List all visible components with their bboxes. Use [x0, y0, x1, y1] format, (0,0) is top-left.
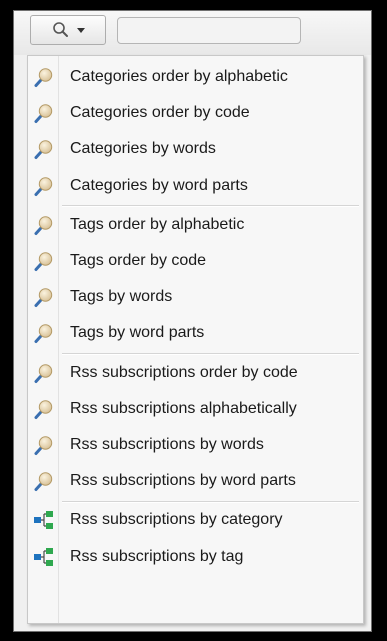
- magnifier-icon: [33, 286, 55, 308]
- magnifier-icon: [33, 66, 55, 88]
- tree-icon: [33, 546, 55, 568]
- tree-icon: [33, 509, 55, 531]
- caret-down-icon: [77, 27, 85, 33]
- menu-item-rss-subscriptions-by-category[interactable]: Rss subscriptions by category: [30, 502, 361, 537]
- menu-item-label: Rss subscriptions by words: [70, 436, 264, 453]
- menu-item-label: Rss subscriptions by tag: [70, 547, 244, 565]
- menu-item-label: Categories by word parts: [70, 176, 248, 194]
- menu-item-label: Tags order by code: [70, 252, 207, 269]
- search-input[interactable]: [117, 17, 301, 44]
- magnifier-icon: [33, 398, 55, 420]
- menu-item-tags-by-words[interactable]: Tags by words: [30, 279, 361, 314]
- menu-item-tags-by-word-parts[interactable]: Tags by word parts: [30, 315, 361, 350]
- menu-item-categories-by-word-parts[interactable]: Categories by word parts: [30, 168, 361, 203]
- menu-item-categories-by-words[interactable]: Categories by words: [30, 131, 361, 166]
- magnifier-icon: [33, 175, 55, 197]
- magnifier-icon: [33, 470, 55, 492]
- menu-item-rss-subscriptions-by-words[interactable]: Rss subscriptions by words: [30, 427, 361, 462]
- menu-item-label: Rss subscriptions by category: [70, 511, 283, 529]
- menu-item-categories-order-by-code[interactable]: Categories order by code: [30, 95, 361, 130]
- magnifier-icon: [33, 102, 55, 124]
- magnifier-icon: [33, 434, 55, 456]
- magnifier-icon: [33, 214, 55, 236]
- magnifier-icon: [33, 322, 55, 344]
- menu-item-label: Categories order by code: [70, 104, 250, 122]
- menu-item-tags-order-by-code[interactable]: Tags order by code: [30, 243, 361, 278]
- menu-item-tags-order-by-alphabetic[interactable]: Tags order by alphabetic: [30, 207, 361, 242]
- menu-item-label: Categories order by alphabetic: [70, 68, 288, 85]
- menu-item-label: Rss subscriptions by word parts: [70, 472, 296, 490]
- magnifier-icon: [53, 22, 68, 37]
- menu-item-label: Tags by word parts: [70, 324, 205, 342]
- search-mode-dropdown[interactable]: [30, 15, 106, 45]
- menu-item-label: Categories by words: [70, 140, 216, 158]
- menu-item-categories-order-by-alphabetic[interactable]: Categories order by alphabetic: [30, 59, 361, 94]
- menu-item-rss-subscriptions-by-word-parts[interactable]: Rss subscriptions by word parts: [30, 463, 361, 498]
- magnifier-icon: [33, 250, 55, 272]
- menu-item-rss-subscriptions-alphabetically[interactable]: Rss subscriptions alphabetically: [30, 391, 361, 426]
- menu-item-label: Tags order by alphabetic: [70, 215, 245, 233]
- menu-item-label: Rss subscriptions alphabetically: [70, 399, 297, 417]
- menu-item-label: Rss subscriptions order by code: [70, 363, 298, 381]
- magnifier-icon: [33, 138, 55, 160]
- menu-item-label: Tags by words: [70, 288, 173, 306]
- search-mode-menu: Categories order by alphabetic Categorie…: [27, 55, 364, 624]
- menu-item-rss-subscriptions-by-tag[interactable]: Rss subscriptions by tag: [30, 539, 361, 574]
- menu-item-rss-subscriptions-order-by-code[interactable]: Rss subscriptions order by code: [30, 355, 361, 390]
- magnifier-icon: [33, 362, 55, 384]
